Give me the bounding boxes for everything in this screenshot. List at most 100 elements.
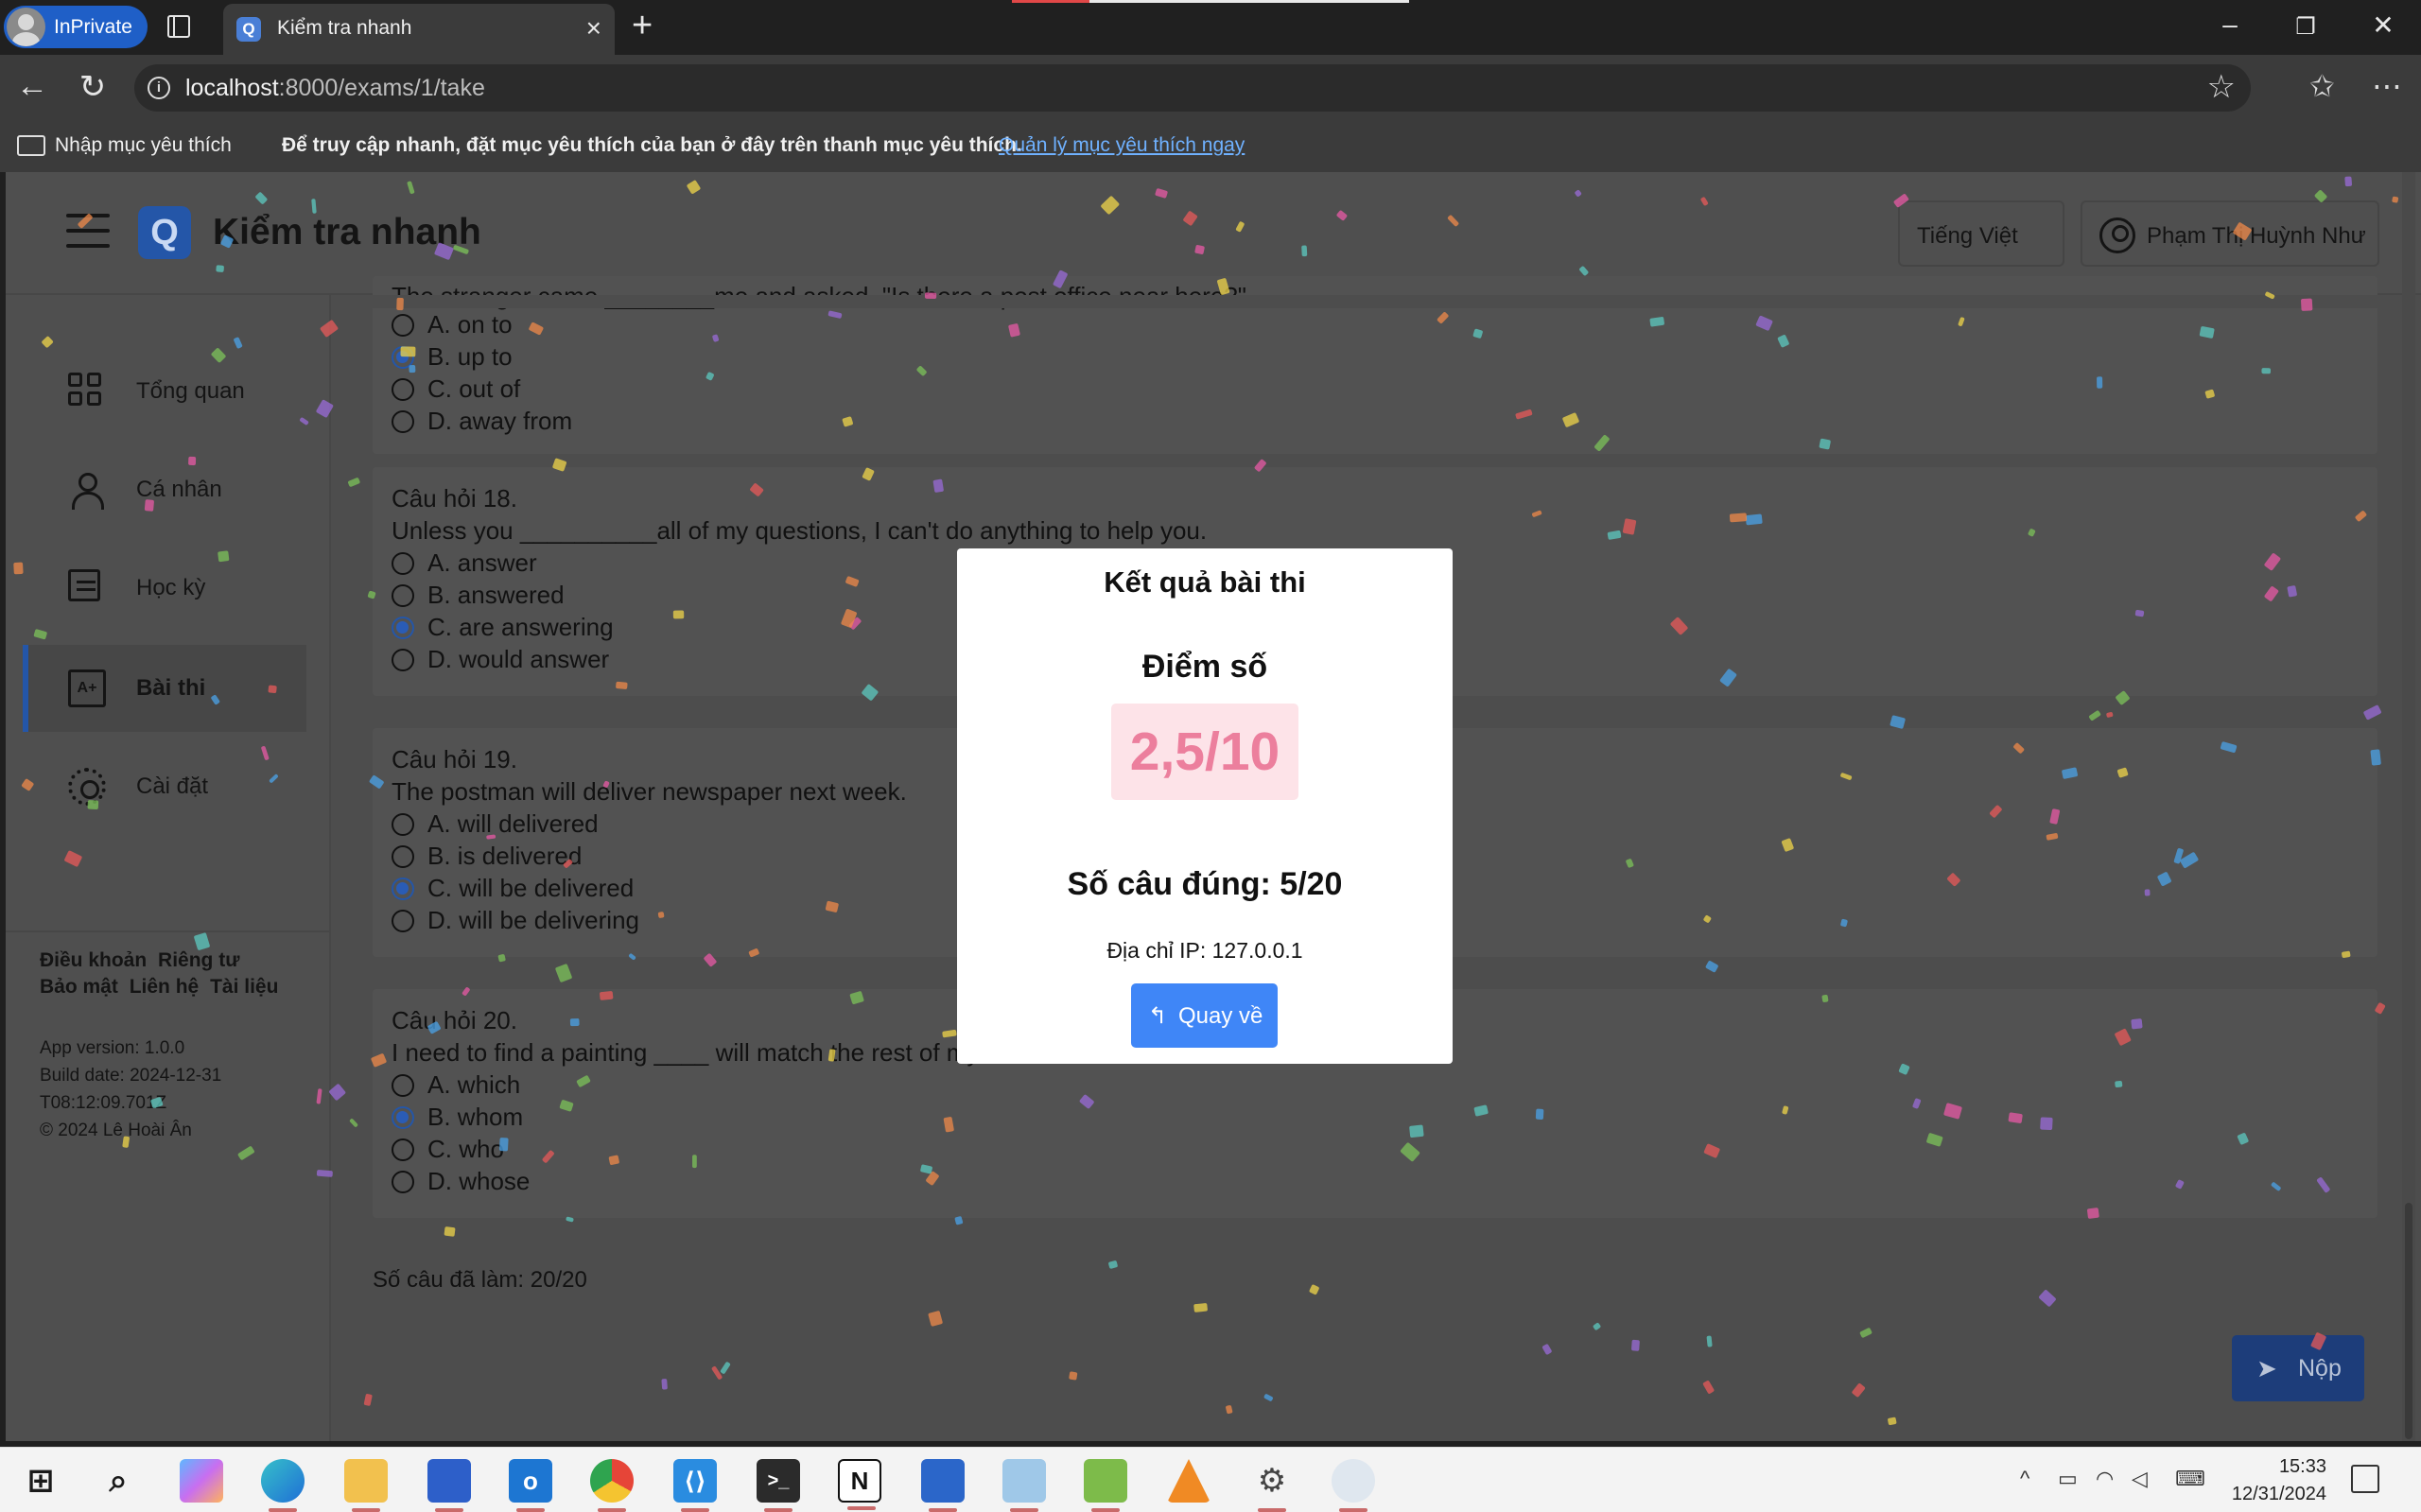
- close-window-icon[interactable]: ✕: [2364, 9, 2402, 41]
- notification-icon[interactable]: [2351, 1465, 2379, 1493]
- import-favorites-button[interactable]: Nhập mục yêu thích: [17, 134, 232, 157]
- scrollbar-thumb[interactable]: [2405, 1203, 2412, 1439]
- hamburger-menu-icon[interactable]: [66, 214, 110, 248]
- sidebar-item-semester[interactable]: Học kỳ: [23, 545, 306, 632]
- docs-link[interactable]: Tài liệu: [210, 976, 278, 998]
- answer-option[interactable]: A. answer: [392, 548, 537, 578]
- radio-icon[interactable]: [392, 812, 414, 836]
- store-icon[interactable]: [427, 1459, 471, 1512]
- keyboard-icon[interactable]: ⌨: [2175, 1467, 2205, 1491]
- copilot-icon[interactable]: [180, 1459, 223, 1503]
- sidebar-item-exams[interactable]: A+ Bài thi: [23, 645, 306, 732]
- user-menu-button[interactable]: Phạm Thị Huỳnh Như: [2081, 200, 2379, 267]
- answer-option[interactable]: B. up to: [392, 342, 513, 372]
- radio-icon[interactable]: [392, 1138, 414, 1161]
- notion-icon[interactable]: N: [838, 1459, 881, 1510]
- answer-option[interactable]: D. away from: [392, 407, 572, 436]
- answer-option[interactable]: B. whom: [392, 1103, 523, 1132]
- answer-option[interactable]: D. whose: [392, 1167, 530, 1196]
- user-circle-icon: [2099, 217, 2135, 253]
- answer-option[interactable]: C. will be delivered: [392, 874, 634, 903]
- terminal-icon[interactable]: >_: [757, 1459, 800, 1512]
- answer-option[interactable]: A. which: [392, 1070, 520, 1100]
- answer-option[interactable]: C. out of: [392, 374, 520, 404]
- file-explorer-icon[interactable]: [344, 1459, 388, 1512]
- edge-browser-icon[interactable]: [261, 1459, 305, 1512]
- docs-icon[interactable]: [921, 1459, 965, 1512]
- terms-link[interactable]: Điều khoản: [40, 949, 147, 971]
- site-info-icon[interactable]: i: [148, 77, 170, 99]
- answer-option[interactable]: B. answered: [392, 581, 565, 610]
- manage-favorites-link[interactable]: Quản lý mục yêu thích ngay: [999, 134, 1245, 157]
- panda-app-icon[interactable]: [1332, 1459, 1375, 1512]
- grade-icon: A+: [68, 669, 106, 707]
- submit-button[interactable]: ➤ Nộp: [2232, 1335, 2364, 1401]
- address-input[interactable]: i localhost:8000/exams/1/take ☆: [134, 64, 2251, 112]
- back-arrow-icon[interactable]: ←: [13, 68, 51, 105]
- volume-icon[interactable]: ◁: [2132, 1467, 2148, 1491]
- score-label: Điểm số: [1141, 649, 1268, 685]
- inprivate-badge[interactable]: InPrivate: [4, 6, 148, 48]
- windows-start-icon[interactable]: ⊞: [19, 1459, 62, 1503]
- radio-icon[interactable]: [392, 409, 414, 433]
- radio-icon[interactable]: [392, 551, 414, 575]
- answer-option[interactable]: A. on to: [392, 310, 513, 339]
- tray-chevron-up-icon[interactable]: ^: [2020, 1467, 2029, 1491]
- back-button[interactable]: ↰ Quay về: [1131, 983, 1278, 1048]
- security-link[interactable]: Bảo mật: [40, 976, 118, 998]
- minimize-icon[interactable]: –: [2211, 9, 2249, 40]
- radio-icon[interactable]: [392, 1073, 414, 1097]
- favorites-icon[interactable]: ✩: [2309, 68, 2335, 104]
- answer-option[interactable]: C. are answering: [392, 613, 614, 642]
- radio-icon[interactable]: [392, 377, 414, 401]
- sidebar-item-overview[interactable]: Tổng quan: [23, 348, 306, 435]
- radio-checked-icon[interactable]: [392, 1105, 414, 1129]
- answer-option[interactable]: B. is delivered: [392, 842, 582, 871]
- restore-icon[interactable]: ❐: [2287, 13, 2325, 41]
- vlc-icon[interactable]: [1167, 1459, 1210, 1503]
- browser-tab-bar: InPrivate Q Kiểm tra nhanh × + – ❐ ✕: [0, 0, 2421, 55]
- answer-option[interactable]: D. will be delivering: [392, 906, 639, 935]
- chrome-icon[interactable]: [590, 1459, 634, 1512]
- answer-option[interactable]: A. will delivered: [392, 809, 599, 839]
- wifi-icon[interactable]: ◠: [2096, 1467, 2114, 1491]
- favorite-star-icon[interactable]: ☆: [2207, 68, 2236, 106]
- outlook-icon[interactable]: o: [509, 1459, 552, 1512]
- radio-checked-icon[interactable]: [392, 877, 414, 900]
- reply-arrow-icon: ↰: [1148, 1003, 1168, 1029]
- vscode-icon[interactable]: ⟨⟩: [673, 1459, 717, 1512]
- settings-gear-icon[interactable]: ⚙: [1250, 1459, 1294, 1512]
- radio-checked-icon[interactable]: [392, 345, 414, 369]
- search-icon[interactable]: ⌕: [96, 1459, 140, 1503]
- tab-actions-icon[interactable]: [167, 15, 190, 38]
- more-menu-icon[interactable]: ⋯: [2372, 68, 2402, 104]
- question-title: Câu hỏi 18.: [392, 484, 517, 513]
- radio-icon[interactable]: [392, 909, 414, 932]
- import-icon: [17, 135, 45, 156]
- user-icon: [68, 471, 106, 510]
- answer-option[interactable]: C. who: [392, 1135, 504, 1164]
- language-button[interactable]: Tiếng Việt: [1898, 200, 2064, 267]
- page-scrollbar[interactable]: [2402, 172, 2415, 1441]
- radio-icon[interactable]: [392, 313, 414, 337]
- tab-close-icon[interactable]: ×: [586, 13, 601, 43]
- radio-icon[interactable]: [392, 1170, 414, 1193]
- radio-icon[interactable]: [392, 583, 414, 607]
- sidebar-item-label: Bài thi: [136, 675, 206, 701]
- battery-icon[interactable]: ▭: [2058, 1467, 2078, 1491]
- notepad-icon[interactable]: [1002, 1459, 1046, 1512]
- new-tab-icon[interactable]: +: [632, 6, 653, 46]
- answer-option[interactable]: D. would answer: [392, 645, 609, 674]
- sidebar-item-settings[interactable]: Cài đặt: [23, 743, 306, 830]
- privacy-link[interactable]: Riêng tư: [158, 949, 239, 971]
- radio-icon[interactable]: [392, 648, 414, 671]
- radio-checked-icon[interactable]: [392, 616, 414, 639]
- sidebar-item-label: Cài đặt: [136, 773, 209, 799]
- refresh-icon[interactable]: ↻: [74, 68, 112, 106]
- paint-icon[interactable]: [1084, 1459, 1127, 1512]
- radio-icon[interactable]: [392, 844, 414, 868]
- contact-link[interactable]: Liên hệ: [130, 976, 200, 998]
- sidebar-item-personal[interactable]: Cá nhân: [23, 446, 306, 533]
- browser-tab[interactable]: Q Kiểm tra nhanh ×: [223, 4, 615, 55]
- system-clock[interactable]: 15:33 12/31/2024: [2221, 1453, 2326, 1508]
